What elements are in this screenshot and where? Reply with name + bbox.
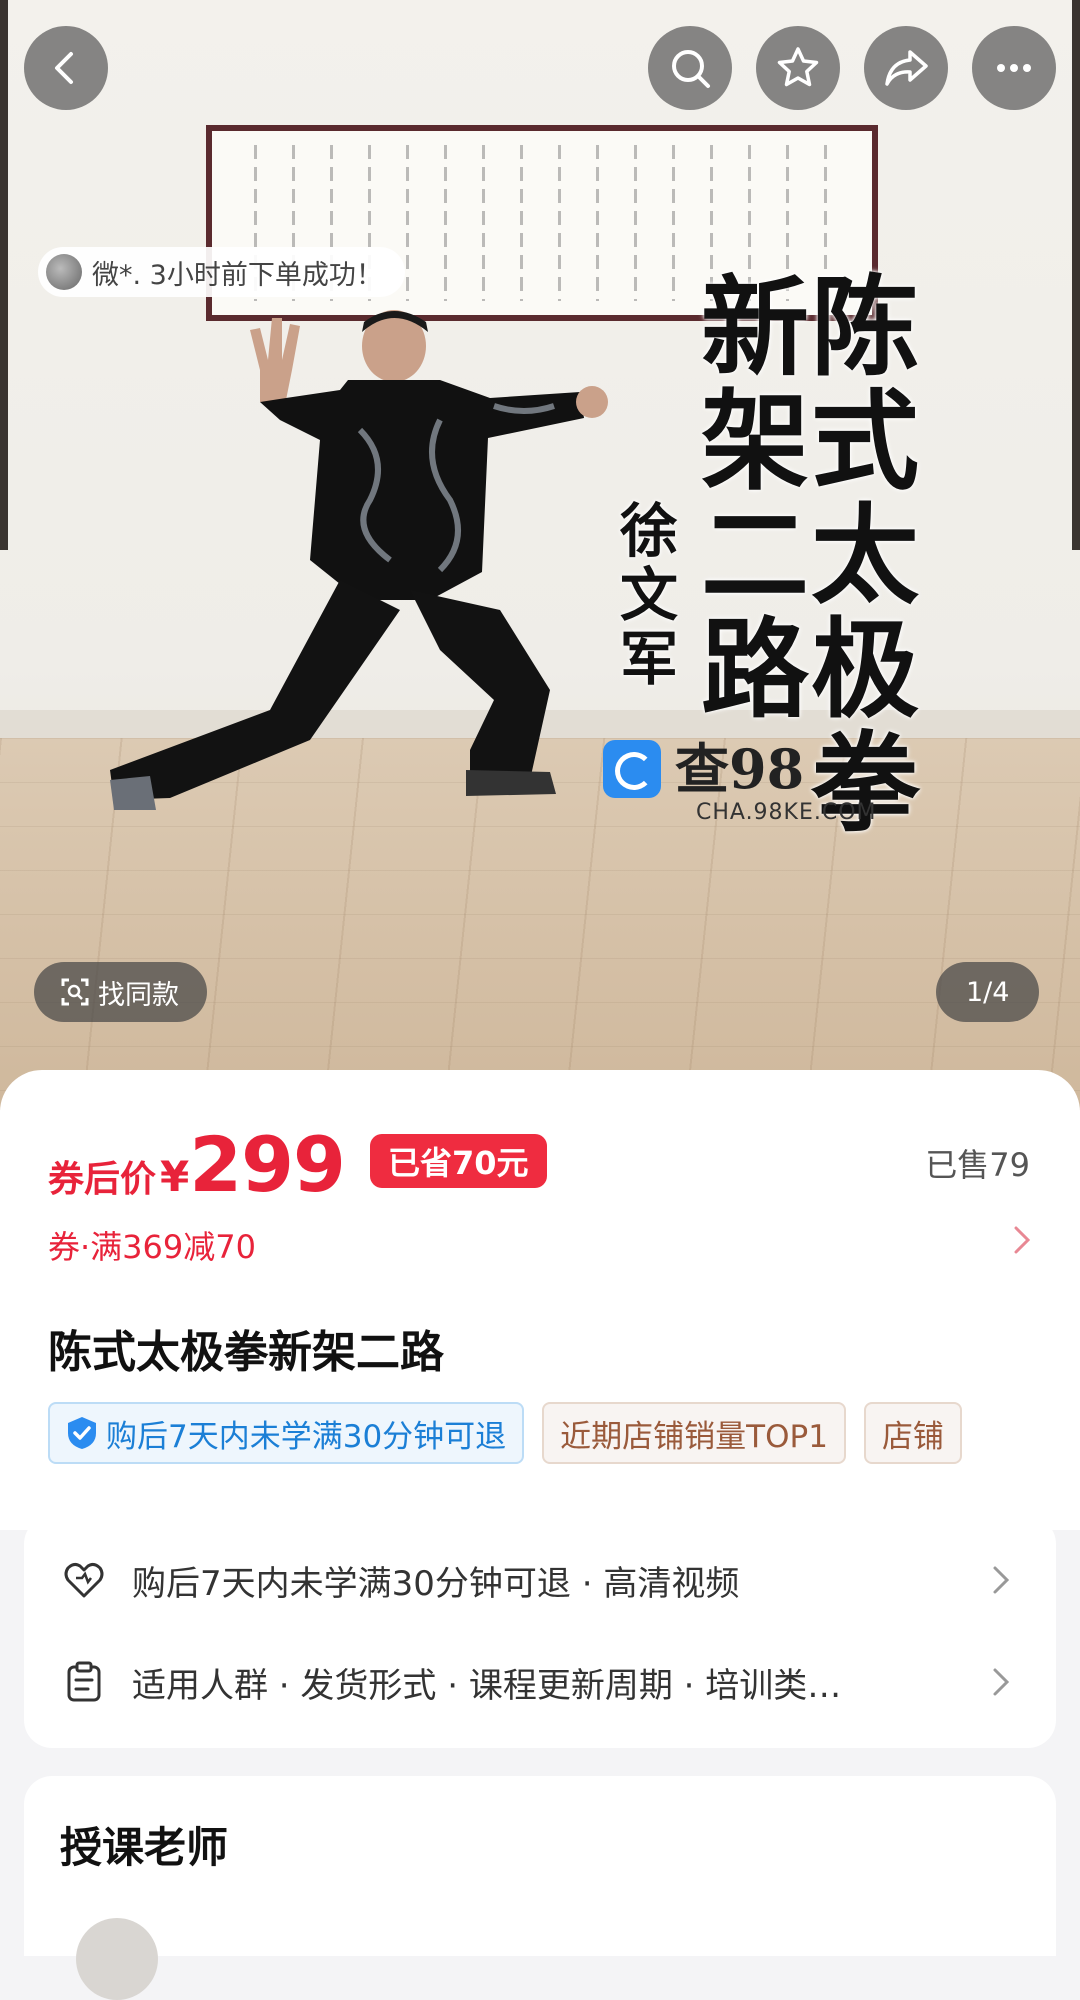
tag-shop[interactable]: 店铺: [863, 1402, 962, 1464]
service-card: 购后7天内未学满30分钟可退 · 高清视频 适用人群 · 发货形式 · 课程更新…: [24, 1516, 1056, 1748]
avatar: [46, 254, 82, 290]
wall-edge: [1072, 0, 1080, 550]
tag-label: 购后7天内未学满30分钟可退: [106, 1418, 507, 1455]
clipboard-icon: [67, 1661, 101, 1702]
find-similar-label: 找同款: [98, 979, 179, 1011]
watermark-url: CHA.98KE.COM: [696, 800, 877, 825]
heart-shield-icon: [64, 1562, 104, 1598]
recent-order-toast: 微*. 3小时前下单成功！: [38, 247, 405, 297]
chevron-left-icon: [55, 52, 73, 84]
service-refund-label: 购后7天内未学满30分钟可退 · 高清视频: [132, 1563, 740, 1604]
favorite-button[interactable]: [756, 26, 840, 110]
tag-top-sales[interactable]: 近期店铺销量TOP1: [542, 1402, 846, 1464]
currency-symbol: ¥: [160, 1152, 190, 1201]
watermark-logo-icon: [603, 740, 661, 798]
price-label: 券后价: [48, 1159, 157, 1200]
more-button[interactable]: [972, 26, 1056, 110]
calligraphy-title-col1: 陈式太极拳: [793, 270, 919, 840]
chevron-right-icon: [993, 1566, 1010, 1594]
search-icon: [672, 50, 710, 88]
find-similar-button[interactable]: 找同款: [34, 962, 207, 1022]
tag-label: 近期店铺销量TOP1: [560, 1418, 828, 1455]
coupon-arrow-button[interactable]: [1010, 1222, 1034, 1262]
back-button[interactable]: [24, 26, 108, 110]
service-row-details[interactable]: 适用人群 · 发货形式 · 课程更新周期 · 培训类…: [62, 1652, 1042, 1712]
calligraphy-title-col2: 新架二路: [683, 270, 809, 726]
chevron-right-icon: [993, 1668, 1010, 1696]
price-row: 券后价 ¥ 299: [48, 1120, 346, 1209]
wall-edge: [0, 0, 8, 550]
service-details-label: 适用人群 · 发货形式 · 课程更新周期 · 培训类…: [132, 1665, 842, 1706]
watermark: 查98: [603, 740, 804, 798]
share-icon: [885, 50, 928, 86]
product-image-carousel[interactable]: 陈式太极拳 新架二路 徐文军 查98 CHA.98KE.COM 微*. 3小时前…: [0, 0, 1080, 1110]
shield-check-icon: [68, 1417, 96, 1449]
tag-refund[interactable]: 购后7天内未学满30分钟可退: [48, 1402, 525, 1464]
watermark-text: 查98: [675, 737, 805, 801]
page-indicator: 1/4: [936, 962, 1040, 1022]
tag-label: 店铺: [881, 1418, 944, 1455]
recent-order-text: 微*. 3小时前下单成功！: [92, 259, 383, 291]
star-icon: [777, 47, 819, 87]
more-icon: [997, 64, 1031, 72]
coupon-text[interactable]: 券·满369减70: [48, 1222, 256, 1268]
service-row-refund[interactable]: 购后7天内未学满30分钟可退 · 高清视频: [62, 1550, 1042, 1610]
chevron-right-icon: [1014, 1226, 1031, 1254]
search-button[interactable]: [648, 26, 732, 110]
teacher-section-title: 授课老师: [60, 1823, 229, 1872]
tag-strip[interactable]: 购后7天内未学满30分钟可退 近期店铺销量TOP1 店铺: [48, 1402, 1032, 1468]
price-value: 299: [189, 1120, 346, 1209]
scan-icon: [61, 978, 89, 1006]
share-button[interactable]: [864, 26, 948, 110]
calligraphy-author: 徐文军: [610, 500, 678, 692]
tai-chi-performer-figure: [110, 310, 608, 810]
saved-badge: 已省70元: [370, 1134, 547, 1188]
product-title: 陈式太极拳新架二路: [48, 1327, 444, 1378]
avatar[interactable]: [76, 1918, 158, 2000]
page-indicator-text: 1/4: [966, 976, 1010, 1008]
sold-count: 已售79: [925, 1146, 1030, 1184]
